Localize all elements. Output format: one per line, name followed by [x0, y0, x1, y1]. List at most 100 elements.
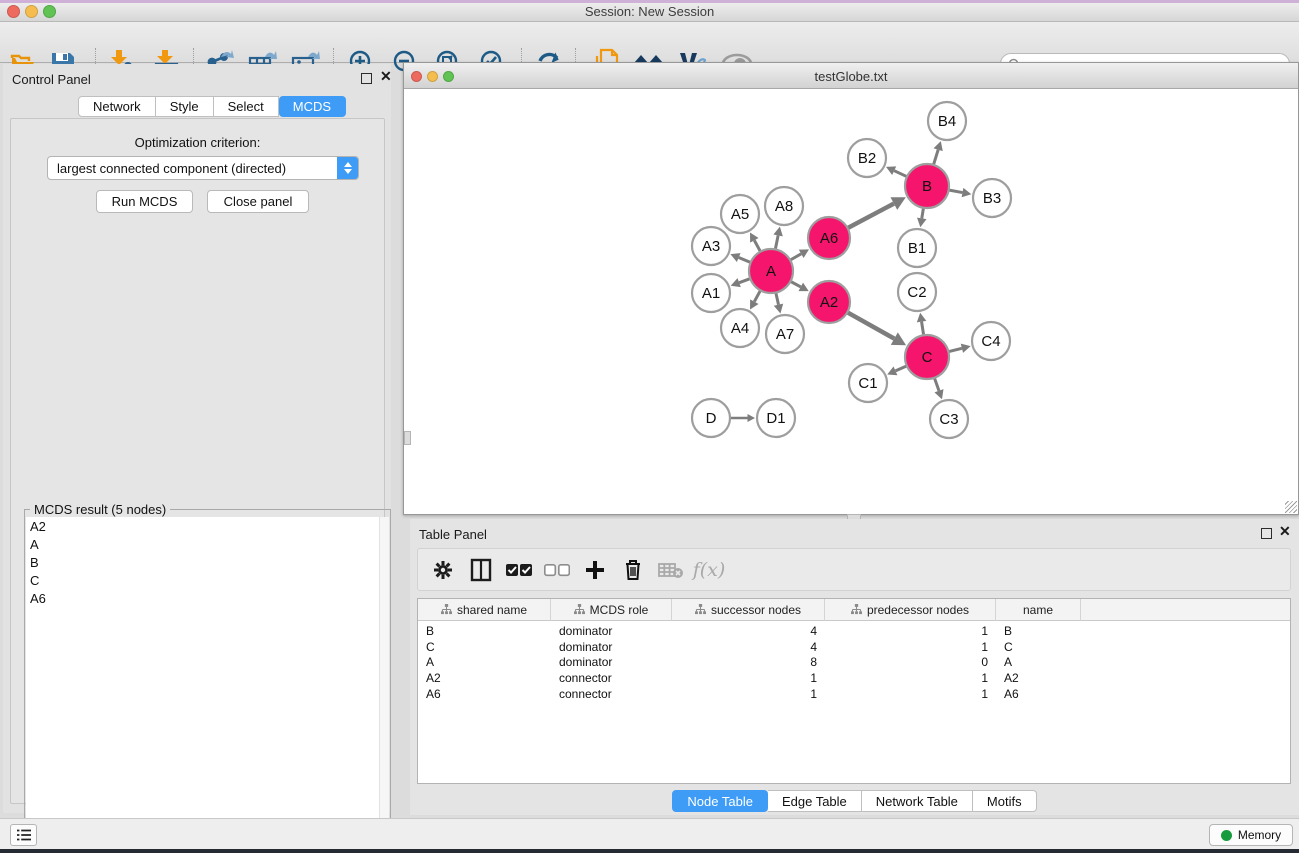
table-options-icon[interactable]	[424, 559, 462, 581]
close-panel-icon[interactable]: ✕	[1279, 524, 1291, 538]
edge-A-A7[interactable]	[776, 292, 779, 304]
cell-MCDS-role[interactable]: dominator	[551, 639, 672, 655]
float-panel-icon[interactable]	[1261, 528, 1272, 539]
cell-successor-nodes[interactable]: 1	[672, 670, 825, 686]
edge-A-A4[interactable]	[754, 290, 760, 301]
edge-B-B1[interactable]	[922, 208, 924, 219]
column-header-MCDS-role[interactable]: MCDS role	[551, 599, 672, 621]
run-mcds-button[interactable]: Run MCDS	[96, 190, 193, 213]
edge-B-B2[interactable]	[894, 171, 907, 177]
table-row[interactable]: A2connector11A2	[418, 670, 1081, 686]
close-panel-icon[interactable]: ✕	[380, 69, 392, 83]
cell-name[interactable]: A2	[996, 670, 1081, 686]
tab-select[interactable]: Select	[214, 96, 279, 117]
tab-mcds[interactable]: MCDS	[279, 96, 346, 117]
edge-C-C1[interactable]	[895, 366, 906, 371]
tab-network[interactable]: Network	[78, 96, 156, 117]
select-all-icon[interactable]	[500, 563, 538, 577]
criterion-dropdown[interactable]: largest connected component (directed)	[47, 156, 359, 180]
edge-A-A8[interactable]	[775, 235, 778, 249]
cell-name[interactable]: C	[996, 639, 1081, 655]
cell-name[interactable]: A6	[996, 686, 1081, 702]
table-row[interactable]: Adominator80A	[418, 654, 1081, 670]
column-header-name[interactable]: name	[996, 599, 1081, 621]
cell-predecessor-nodes[interactable]: 1	[825, 670, 996, 686]
network-window-titlebar[interactable]: testGlobe.txt	[404, 63, 1298, 89]
cell-MCDS-role[interactable]: dominator	[551, 623, 672, 639]
tab-edge-table[interactable]: Edge Table	[768, 790, 862, 812]
window-resize-grip[interactable]	[1285, 501, 1297, 513]
mcds-result-list[interactable]: A2ABCA6	[26, 517, 381, 852]
cell-successor-nodes[interactable]: 4	[672, 639, 825, 655]
tab-network-table[interactable]: Network Table	[862, 790, 973, 812]
deselect-all-icon[interactable]	[538, 563, 576, 577]
column-header-successor-nodes[interactable]: successor nodes	[672, 599, 825, 621]
mcds-result-item[interactable]: C	[26, 571, 381, 589]
window-title: Session: New Session	[0, 4, 1299, 19]
table-row[interactable]: A6connector11A6	[418, 686, 1081, 702]
edge-A-A6[interactable]	[790, 254, 801, 260]
node-label-C: C	[922, 349, 933, 366]
cell-shared-name[interactable]: B	[418, 623, 551, 639]
node-table[interactable]: shared nameMCDS rolesuccessor nodesprede…	[417, 598, 1291, 784]
mcds-result-item[interactable]: A6	[26, 589, 381, 607]
edge-A6-B[interactable]	[848, 204, 894, 229]
cell-predecessor-nodes[interactable]: 1	[825, 639, 996, 655]
edge-C-C4[interactable]	[948, 348, 962, 351]
node-label-A: A	[766, 263, 776, 280]
tab-motifs[interactable]: Motifs	[973, 790, 1037, 812]
node-label-B2: B2	[858, 150, 876, 167]
cell-predecessor-nodes[interactable]: 0	[825, 654, 996, 670]
cell-shared-name[interactable]: A	[418, 654, 551, 670]
tab-style[interactable]: Style	[156, 96, 214, 117]
mcds-result-item[interactable]: A	[26, 535, 381, 553]
float-panel-icon[interactable]	[361, 73, 372, 84]
column-header-predecessor-nodes[interactable]: predecessor nodes	[825, 599, 996, 621]
edge-C-C2[interactable]	[922, 322, 924, 336]
cell-MCDS-role[interactable]: connector	[551, 670, 672, 686]
column-header-label: name	[1023, 603, 1053, 617]
cell-name[interactable]: B	[996, 623, 1081, 639]
cell-shared-name[interactable]: C	[418, 639, 551, 655]
function-builder-icon[interactable]: f(x)	[690, 559, 728, 581]
cell-name[interactable]: A	[996, 654, 1081, 670]
table-row[interactable]: Cdominator41C	[418, 639, 1081, 655]
column-visibility-icon[interactable]	[462, 558, 500, 582]
cell-MCDS-role[interactable]: connector	[551, 686, 672, 702]
delete-table-icon[interactable]	[652, 561, 690, 579]
edge-A-A2[interactable]	[790, 281, 800, 287]
network-view-window: testGlobe.txt ABCA2A6A1A3A4A5A7A8B1B2B3B…	[403, 62, 1299, 515]
arrowhead-A-A7	[774, 304, 783, 314]
table-row[interactable]: Bdominator41B	[418, 623, 1081, 639]
cell-predecessor-nodes[interactable]: 1	[825, 623, 996, 639]
edge-A-A5[interactable]	[754, 240, 760, 251]
cell-successor-nodes[interactable]: 1	[672, 686, 825, 702]
node-label-B4: B4	[938, 113, 956, 130]
task-history-button[interactable]	[10, 824, 37, 846]
mcds-list-scrollbar[interactable]	[379, 517, 389, 852]
column-header-shared-name[interactable]: shared name	[418, 599, 551, 621]
cell-shared-name[interactable]: A6	[418, 686, 551, 702]
edge-A-A1[interactable]	[739, 279, 750, 283]
tab-node-table[interactable]: Node Table	[672, 790, 768, 812]
memory-button[interactable]: Memory	[1209, 824, 1293, 846]
canvas-left-scroll-nub[interactable]	[404, 431, 411, 445]
cell-successor-nodes[interactable]: 8	[672, 654, 825, 670]
cell-shared-name[interactable]: A2	[418, 670, 551, 686]
edge-A2-C[interactable]	[847, 312, 894, 338]
cell-predecessor-nodes[interactable]: 1	[825, 686, 996, 702]
close-panel-button[interactable]: Close panel	[207, 190, 309, 213]
mcds-result-item[interactable]: A2	[26, 517, 381, 535]
delete-column-icon[interactable]	[614, 558, 652, 581]
edge-A-A3[interactable]	[739, 258, 751, 263]
add-column-icon[interactable]	[576, 560, 614, 580]
edge-C-C3[interactable]	[934, 378, 939, 391]
node-label-C1: C1	[858, 375, 877, 392]
edge-B-B3[interactable]	[949, 190, 963, 193]
mcds-result-item[interactable]: B	[26, 553, 381, 571]
column-tree-icon	[574, 604, 585, 615]
cell-successor-nodes[interactable]: 4	[672, 623, 825, 639]
edge-B-B4[interactable]	[933, 150, 938, 165]
cell-MCDS-role[interactable]: dominator	[551, 654, 672, 670]
network-canvas[interactable]: ABCA2A6A1A3A4A5A7A8B1B2B3B4C1C2C3C4DD1	[404, 89, 1298, 514]
